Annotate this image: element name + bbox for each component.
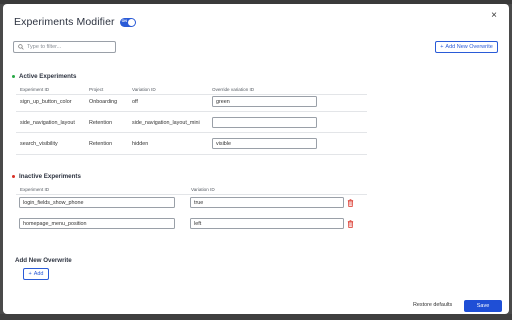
active-row-1-override-input[interactable]: green bbox=[212, 96, 317, 107]
add-new-overwrite-heading: Add New Overwrite bbox=[15, 257, 72, 264]
search-icon bbox=[18, 44, 24, 50]
col-header-experiment-id: Experiment ID bbox=[20, 87, 50, 92]
active-experiments-title: Active Experiments bbox=[19, 73, 77, 80]
active-row-3-override-input[interactable]: visible bbox=[212, 138, 317, 149]
filter-input[interactable] bbox=[27, 44, 112, 50]
add-button[interactable]: + Add bbox=[23, 268, 49, 280]
save-button[interactable]: Save bbox=[464, 300, 502, 312]
close-icon[interactable]: × bbox=[489, 11, 499, 21]
background-bottom bbox=[0, 314, 512, 320]
modal-header: Experiments Modifier ON bbox=[14, 14, 136, 30]
inactive-status-dot bbox=[12, 175, 15, 178]
divider bbox=[16, 194, 367, 195]
filter-input-wrapper[interactable] bbox=[13, 41, 116, 53]
delete-row-1-trash-icon[interactable] bbox=[347, 199, 354, 207]
divider bbox=[16, 154, 367, 155]
active-row-3-project: Retention bbox=[89, 141, 113, 147]
active-status-dot bbox=[12, 75, 15, 78]
active-row-2-id: side_navigation_layout bbox=[20, 120, 75, 126]
inactive-row-1-variation-input[interactable]: true bbox=[190, 197, 344, 208]
divider bbox=[16, 111, 367, 112]
inactive-row-1-id-input[interactable]: login_fields_show_phone bbox=[19, 197, 175, 208]
inactive-experiments-heading: Inactive Experiments bbox=[12, 173, 81, 180]
plus-icon: + bbox=[28, 271, 32, 277]
inactive-experiments-title: Inactive Experiments bbox=[19, 173, 81, 180]
inactive-row-2-variation-input[interactable]: left bbox=[190, 218, 344, 229]
experiments-modal: Experiments Modifier ON × + Add New Over… bbox=[3, 4, 509, 314]
toggle-knob bbox=[127, 18, 135, 26]
plus-icon: + bbox=[440, 44, 444, 50]
active-row-2-variation: side_navigation_layout_mini bbox=[132, 120, 200, 126]
col-header-override-variation-id: Override variation ID bbox=[212, 87, 255, 92]
divider bbox=[16, 94, 367, 95]
add-new-overwrite-button[interactable]: + Add New Overwrite bbox=[435, 41, 498, 53]
active-row-2-override-input[interactable] bbox=[212, 117, 317, 128]
col-header-experiment-id: Experiment ID bbox=[20, 187, 50, 192]
restore-defaults-button[interactable]: Restore defaults bbox=[413, 302, 452, 308]
col-header-variation-id: Variation ID bbox=[132, 87, 156, 92]
modal-title: Experiments Modifier bbox=[14, 16, 115, 28]
col-header-project: Project bbox=[89, 87, 104, 92]
active-row-1-id: sign_up_button_color bbox=[20, 99, 72, 105]
add-new-overwrite-label: Add New Overwrite bbox=[445, 44, 493, 50]
active-row-3-variation: hidden bbox=[132, 141, 149, 147]
toggle-label: ON bbox=[121, 19, 127, 23]
active-row-2-project: Retention bbox=[89, 120, 113, 126]
enable-toggle[interactable]: ON bbox=[119, 17, 136, 27]
active-experiments-heading: Active Experiments bbox=[12, 73, 76, 80]
col-header-variation-id: Variation ID bbox=[191, 187, 215, 192]
inactive-row-2-id-input[interactable]: homepage_menu_position bbox=[19, 218, 175, 229]
delete-row-2-trash-icon[interactable] bbox=[347, 220, 354, 228]
active-row-1-variation: off bbox=[132, 99, 138, 105]
divider bbox=[16, 132, 367, 133]
active-row-3-id: search_visibility bbox=[20, 141, 58, 147]
add-button-label: Add bbox=[33, 271, 44, 277]
active-row-1-project: Onboarding bbox=[89, 99, 118, 105]
